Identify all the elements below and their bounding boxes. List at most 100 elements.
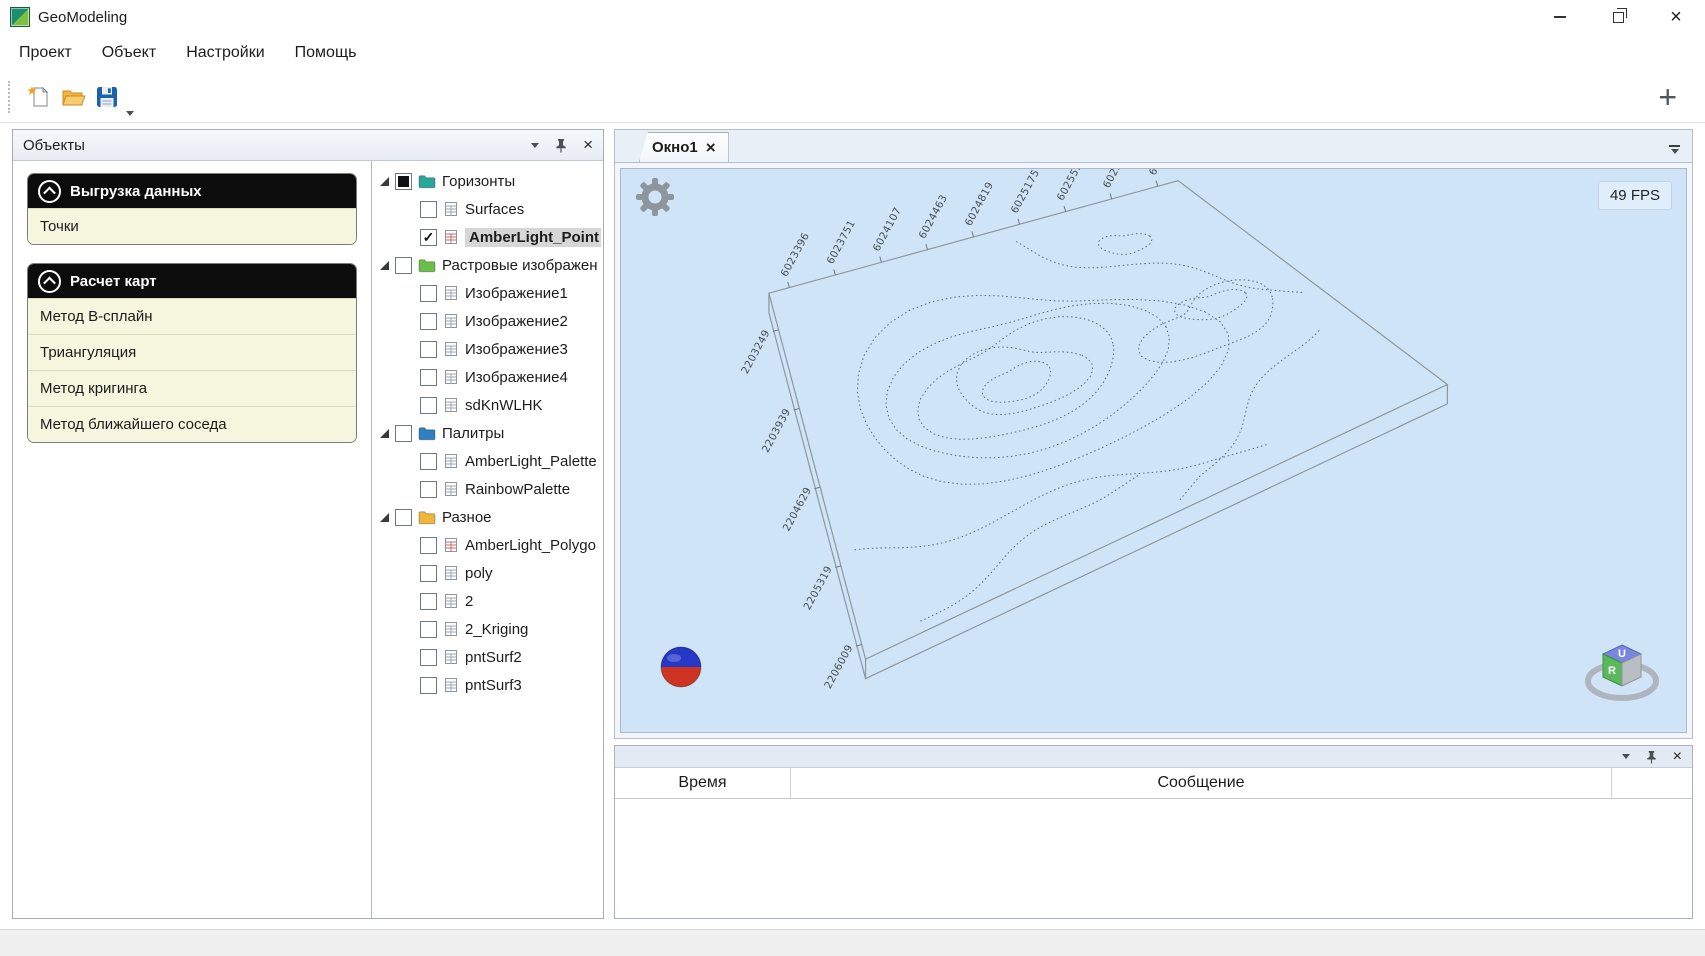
panel-close-icon[interactable]	[583, 136, 593, 154]
tree-node[interactable]: Изображение4	[374, 363, 601, 391]
add-window-button[interactable]: +	[1658, 81, 1677, 113]
checkbox-unchecked[interactable]	[420, 649, 437, 666]
tree-node-label: Изображение3	[465, 341, 568, 358]
checkbox-indeterminate[interactable]	[395, 173, 412, 190]
checkbox-unchecked[interactable]	[420, 397, 437, 414]
menu-item-3[interactable]: Настройки	[171, 44, 279, 62]
tree-node-label: Изображение2	[465, 313, 568, 330]
checkbox-unchecked[interactable]	[420, 593, 437, 610]
orientation-cube-gizmo[interactable]: U R	[1580, 637, 1664, 712]
menu-item-2[interactable]: Объект	[87, 44, 171, 62]
tree-node[interactable]: pntSurf2	[374, 643, 601, 671]
new-document-button[interactable]	[22, 79, 56, 115]
log-close-icon[interactable]	[1673, 748, 1682, 766]
checkbox-unchecked[interactable]	[420, 537, 437, 554]
tree-node[interactable]: AmberLight_Polygo	[374, 531, 601, 559]
window-list-icon[interactable]	[1669, 145, 1680, 154]
axis-tick-label: 6024107	[871, 205, 905, 253]
tree-node[interactable]: Горизонты	[374, 167, 601, 195]
accordion-item[interactable]: Точки	[28, 208, 356, 244]
accordion-item[interactable]: Метод ближайшего соседа	[28, 406, 356, 442]
menu-item-1[interactable]: Проект	[4, 44, 87, 62]
log-pin-icon[interactable]	[1646, 750, 1657, 764]
checkbox-unchecked[interactable]	[420, 201, 437, 218]
axis-tick-label: 2206009	[822, 643, 856, 691]
checkbox-unchecked[interactable]	[420, 481, 437, 498]
workspace: Объекты Выгрузка данныхТочкиРасчет картМ…	[0, 123, 1705, 929]
save-button[interactable]	[90, 79, 124, 115]
tree-node-label: AmberLight_Point	[465, 228, 601, 247]
minimize-button[interactable]	[1531, 0, 1589, 34]
panel-chevron-down-icon[interactable]	[531, 143, 539, 148]
accordion-item[interactable]: Триангуляция	[28, 334, 356, 370]
tree-node-label: poly	[465, 565, 493, 582]
expander-icon[interactable]	[380, 177, 389, 186]
log-column-time[interactable]: Время	[615, 768, 791, 798]
orientation-sphere-gizmo[interactable]	[659, 645, 703, 694]
dataset-icon	[443, 481, 459, 497]
checkbox-unchecked[interactable]	[395, 257, 412, 274]
expander-icon[interactable]	[380, 429, 389, 438]
axis-tick-label: 6023751	[825, 218, 859, 266]
tree-node[interactable]: Изображение2	[374, 307, 601, 335]
accordion-item[interactable]: Метод B-сплайн	[28, 298, 356, 334]
viewport-settings-button[interactable]	[635, 177, 675, 222]
toolbar-grip[interactable]	[8, 81, 14, 113]
close-button[interactable]	[1647, 0, 1705, 34]
checkbox-unchecked[interactable]	[420, 313, 437, 330]
tree-node[interactable]: RainbowPalette	[374, 475, 601, 503]
tree-node[interactable]: poly	[374, 559, 601, 587]
accordion-item[interactable]: Метод кригинга	[28, 370, 356, 406]
log-column-message[interactable]: Сообщение	[791, 768, 1612, 798]
tree-node-label: 2_Kriging	[465, 621, 528, 638]
checkbox-unchecked[interactable]	[420, 285, 437, 302]
open-folder-button[interactable]	[56, 79, 90, 115]
log-chevron-down-icon[interactable]	[1622, 754, 1630, 759]
checkbox-unchecked[interactable]	[420, 621, 437, 638]
folder-icon	[418, 510, 436, 525]
checkbox-unchecked[interactable]	[420, 677, 437, 694]
tab-close-icon[interactable]	[706, 139, 716, 157]
panel-pin-icon[interactable]	[555, 138, 567, 153]
tree-node[interactable]: Растровые изображен	[374, 251, 601, 279]
expander-icon[interactable]	[380, 513, 389, 522]
checkbox-unchecked[interactable]	[420, 453, 437, 470]
accordion-header[interactable]: Выгрузка данных	[28, 174, 356, 208]
checkbox-unchecked[interactable]	[420, 565, 437, 582]
checkbox-unchecked[interactable]	[395, 425, 412, 442]
tree-node[interactable]: Разное	[374, 503, 601, 531]
checkbox-checked[interactable]	[420, 229, 437, 246]
objects-panel-body: Выгрузка данныхТочки Расчет картМетод B-с…	[13, 161, 603, 918]
folder-icon	[418, 426, 436, 441]
tree-node[interactable]: Палитры	[374, 419, 601, 447]
viewport-3d[interactable]: 6023396602375160241076024463602481960251…	[620, 168, 1687, 733]
axis-tick-label: 2203249	[739, 328, 773, 376]
app-icon	[10, 7, 30, 27]
checkbox-unchecked[interactable]	[395, 509, 412, 526]
menu-item-4[interactable]: Помощь	[280, 44, 372, 62]
statusbar	[0, 929, 1705, 956]
menubar: ПроектОбъектНастройкиПомощь	[0, 34, 1705, 72]
toolbar-overflow-chevron[interactable]	[126, 111, 134, 116]
tree-node-label: Изображение4	[465, 369, 568, 386]
tree-node[interactable]: 2	[374, 587, 601, 615]
tree-node[interactable]: Изображение1	[374, 279, 601, 307]
tree-node[interactable]: Изображение3	[374, 335, 601, 363]
tree-node[interactable]: Surfaces	[374, 195, 601, 223]
fps-counter: 49 FPS	[1598, 181, 1672, 210]
tree-node[interactable]: pntSurf3	[374, 671, 601, 699]
restore-button[interactable]	[1589, 0, 1647, 34]
tree-node[interactable]: sdKnWLHK	[374, 391, 601, 419]
tree-node[interactable]: AmberLight_Palette	[374, 447, 601, 475]
accordion-header[interactable]: Расчет карт	[28, 264, 356, 298]
chevron-up-circle-icon	[38, 270, 61, 293]
tree-node[interactable]: AmberLight_Point	[374, 223, 601, 251]
tree-node[interactable]: 2_Kriging	[374, 615, 601, 643]
expander-icon[interactable]	[380, 261, 389, 270]
tab-okno1[interactable]: Окно1	[639, 132, 729, 162]
tree-node-label: Растровые изображен	[442, 257, 598, 274]
save-icon	[95, 85, 119, 109]
checkbox-unchecked[interactable]	[420, 341, 437, 358]
close-icon	[1670, 7, 1682, 28]
checkbox-unchecked[interactable]	[420, 369, 437, 386]
